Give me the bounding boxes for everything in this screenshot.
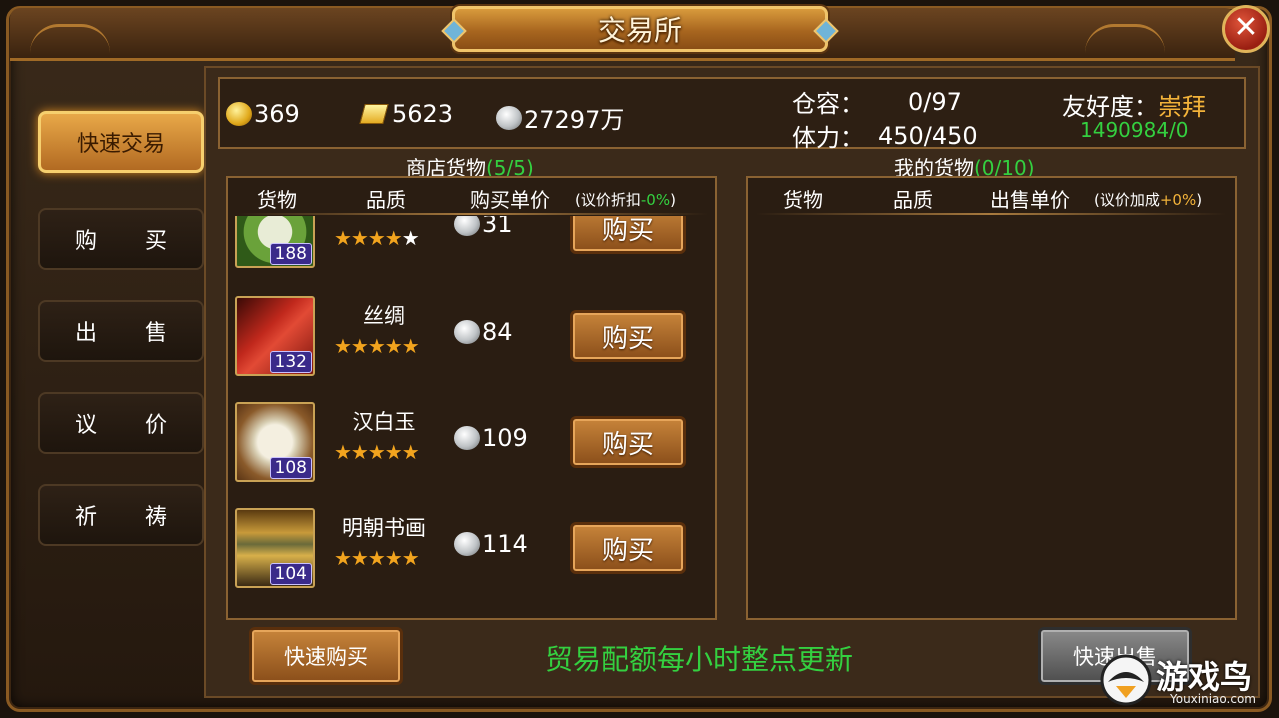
bonus-prefix: (议价加成 bbox=[1094, 191, 1160, 209]
silk-icon: 132 bbox=[235, 296, 315, 376]
capacity-stat: 仓容： 0/97 bbox=[792, 84, 962, 119]
bonus-value: +0% bbox=[1159, 191, 1197, 209]
sidebar-item-bargain[interactable]: 议价 bbox=[38, 392, 204, 454]
silver-stat: 27297万 bbox=[496, 100, 624, 135]
friendship-level: 崇拜 bbox=[1158, 93, 1206, 121]
shop-item-list[interactable]: 188 ★★★★★ 31 购买 132 丝绸 ★★★★★ 84 购买 108 汉… bbox=[228, 216, 714, 616]
item-name: 明朝书画 bbox=[342, 516, 426, 540]
item-count: 188 bbox=[269, 243, 312, 265]
ornament-right bbox=[1085, 24, 1165, 53]
white-jade-icon: 108 bbox=[235, 402, 315, 482]
buy-button[interactable]: 购买 bbox=[570, 310, 686, 362]
list-item[interactable]: 132 丝绸 ★★★★★ 84 购买 bbox=[228, 296, 714, 386]
shop-header-price: 购买单价 bbox=[470, 188, 550, 212]
item-price: 84 bbox=[454, 318, 513, 346]
discount-suffix: ) bbox=[670, 191, 676, 209]
friendship-stat: 友好度： 崇拜 bbox=[1062, 87, 1206, 122]
ingot-stat: 5623 bbox=[359, 100, 454, 128]
item-quality-stars: ★★★★★ bbox=[334, 440, 420, 464]
gold-coin-icon bbox=[226, 102, 252, 126]
stars-empty: ★ bbox=[401, 226, 420, 250]
watermark: 游戏鸟 Youxiniao.com bbox=[1098, 650, 1268, 712]
sidebar-item-label: 售 bbox=[144, 321, 167, 346]
gold-ingot-icon bbox=[359, 104, 389, 124]
shop-header-divider bbox=[238, 213, 708, 215]
title-plate: 交易所 bbox=[441, 6, 839, 52]
bird-logo-icon bbox=[1100, 654, 1152, 706]
shop-header-quality: 品质 bbox=[366, 188, 406, 212]
window-title: 交易所 bbox=[597, 14, 682, 47]
mine-header-price: 出售单价 bbox=[990, 188, 1070, 212]
item-price-value: 84 bbox=[482, 318, 513, 346]
mine-header-goods: 货物 bbox=[783, 188, 823, 212]
silver-coin-icon bbox=[496, 105, 522, 130]
gold-value: 369 bbox=[254, 100, 300, 128]
buy-button[interactable]: 购买 bbox=[570, 522, 686, 574]
bonus-suffix: ) bbox=[1196, 191, 1203, 209]
close-button[interactable]: ✕ bbox=[1222, 5, 1270, 53]
sidebar-item-label: 出 bbox=[74, 321, 97, 346]
buy-button[interactable]: 购买 bbox=[570, 416, 686, 468]
item-count: 104 bbox=[269, 563, 312, 585]
ingot-value: 5623 bbox=[392, 100, 454, 128]
mine-header-bonus: (议价加成+0%) bbox=[1094, 189, 1202, 210]
capacity-label: 仓容： bbox=[792, 90, 864, 118]
item-price-value: 31 bbox=[482, 216, 513, 238]
item-count: 132 bbox=[269, 351, 312, 373]
item-price: 31 bbox=[454, 216, 513, 238]
friendship-value: 1490984/0 bbox=[1080, 118, 1189, 142]
sidebar-item-label: 祈 bbox=[74, 505, 97, 530]
sidebar-item-buy[interactable]: 购买 bbox=[38, 208, 204, 270]
capacity-value: 0/97 bbox=[908, 87, 962, 116]
sidebar-item-sell[interactable]: 出售 bbox=[38, 300, 204, 362]
silver-coin-icon bbox=[454, 320, 480, 344]
quota-notice: 贸易配额每小时整点更新 bbox=[545, 643, 854, 676]
item-quality-stars: ★★★★★ bbox=[334, 334, 420, 358]
sidebar-item-pray[interactable]: 祈祷 bbox=[38, 484, 204, 546]
item-quality-stars: ★★★★★ bbox=[334, 226, 420, 250]
gold-stat: 369 bbox=[226, 100, 300, 128]
buy-button[interactable]: 购买 bbox=[570, 216, 686, 254]
item-name: 丝绸 bbox=[363, 304, 405, 328]
sidebar-item-quick-trade[interactable]: 快速交易 bbox=[38, 111, 204, 173]
item-price: 109 bbox=[454, 424, 528, 452]
silver-value: 27297万 bbox=[524, 106, 625, 134]
list-item[interactable]: 108 汉白玉 ★★★★★ 109 购买 bbox=[228, 402, 714, 492]
item-price-value: 109 bbox=[482, 424, 528, 452]
item-quality-stars: ★★★★★ bbox=[334, 546, 420, 570]
item-name: 汉白玉 bbox=[352, 410, 416, 434]
shop-header-discount: (议价折扣-0%) bbox=[575, 189, 676, 210]
sidebar-item-label: 价 bbox=[144, 413, 167, 438]
sidebar-item-label: 买 bbox=[144, 229, 167, 254]
sidebar-item-label: 购 bbox=[74, 229, 97, 254]
silver-coin-icon bbox=[454, 426, 480, 450]
discount-value: -0% bbox=[640, 191, 671, 209]
mine-header-divider bbox=[756, 213, 1226, 215]
stamina-value: 450/450 bbox=[878, 121, 978, 150]
discount-prefix: (议价折扣 bbox=[575, 191, 641, 209]
stamina-label: 体力： bbox=[792, 124, 864, 152]
item-count: 108 bbox=[269, 457, 312, 479]
quick-buy-button[interactable]: 快速购买 bbox=[249, 627, 403, 685]
sidebar-item-label: 快速交易 bbox=[76, 132, 165, 157]
watermark-url: Youxiniao.com bbox=[1170, 692, 1256, 706]
silver-coin-icon bbox=[454, 532, 480, 556]
list-item[interactable]: 104 明朝书画 ★★★★★ 114 购买 bbox=[228, 508, 714, 598]
list-item[interactable]: 188 ★★★★★ 31 购买 bbox=[228, 216, 714, 278]
mine-header-quality: 品质 bbox=[893, 188, 933, 212]
tea-leaf-icon: 188 bbox=[235, 216, 315, 268]
stars-filled: ★★★★ bbox=[334, 226, 403, 250]
my-goods-panel[interactable] bbox=[746, 176, 1237, 620]
sidebar-item-label: 议 bbox=[74, 413, 97, 438]
silver-coin-icon bbox=[454, 216, 480, 236]
item-price: 114 bbox=[454, 530, 528, 558]
shop-header-goods: 货物 bbox=[257, 188, 297, 212]
friendship-label: 友好度： bbox=[1062, 93, 1158, 121]
item-price-value: 114 bbox=[482, 530, 528, 558]
scroll-painting-icon: 104 bbox=[235, 508, 315, 588]
sidebar-item-label: 祷 bbox=[144, 505, 167, 530]
ornament-left bbox=[30, 24, 110, 53]
stamina-stat: 体力： 450/450 bbox=[792, 118, 978, 153]
